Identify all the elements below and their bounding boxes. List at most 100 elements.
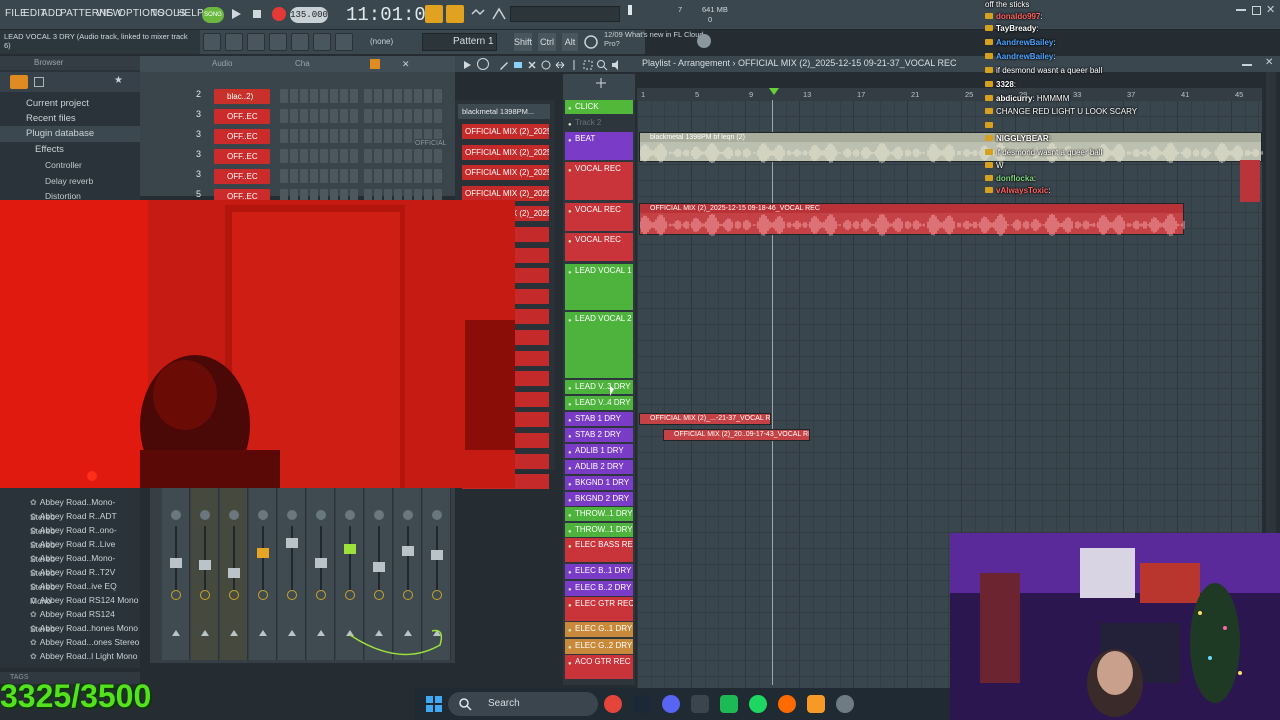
mute-icon[interactable] — [540, 58, 552, 70]
track-header[interactable]: ELEC G..2 DRY — [565, 639, 633, 654]
track-header[interactable]: LEAD V..3 DRY — [565, 380, 633, 394]
stop-icon[interactable] — [250, 7, 264, 21]
slice-icon[interactable] — [568, 58, 580, 70]
step-button[interactable] — [394, 149, 402, 163]
step-button[interactable] — [330, 149, 338, 163]
send-knob[interactable] — [258, 590, 268, 600]
rack-close-icon[interactable]: ✕ — [402, 59, 410, 70]
plugin-item[interactable]: Abbey Road...ones Stereo — [30, 635, 140, 649]
track-header[interactable]: ELEC B..2 DRY — [565, 581, 633, 596]
step-button[interactable] — [330, 129, 338, 143]
track-header[interactable]: BKGND 2 DRY — [565, 492, 633, 506]
route-arrow-icon[interactable] — [317, 630, 325, 636]
step-button[interactable] — [280, 169, 288, 183]
track-header[interactable]: ADLIB 1 DRY — [565, 444, 633, 458]
select-icon[interactable] — [582, 58, 594, 70]
step-button[interactable] — [340, 89, 348, 103]
rack-filter[interactable]: Audio — [212, 59, 232, 68]
track-header[interactable]: VOCAL REC — [565, 233, 633, 261]
pan-knob[interactable] — [287, 510, 297, 520]
chat-username[interactable]: donflocka — [996, 174, 1034, 183]
step-button[interactable] — [290, 129, 298, 143]
chat-username[interactable]: AandrewBailey — [996, 38, 1053, 47]
step-button[interactable] — [320, 129, 328, 143]
step-button[interactable] — [394, 169, 402, 183]
discord-icon[interactable] — [662, 695, 680, 713]
step-button[interactable] — [290, 109, 298, 123]
pencil-icon[interactable] — [498, 58, 510, 70]
plugin-item[interactable]: Abbey Road R..ADT Stereo — [30, 509, 140, 536]
step-button[interactable] — [374, 149, 382, 163]
maximize-icon[interactable] — [1252, 6, 1261, 15]
step-button[interactable] — [434, 109, 442, 123]
browser-effect-item[interactable]: Controller — [45, 160, 82, 170]
rack-graph-icon[interactable] — [370, 59, 380, 69]
microphone-icon[interactable] — [335, 33, 353, 51]
pan-knob[interactable] — [345, 510, 355, 520]
pan-knob[interactable] — [258, 510, 268, 520]
step-button[interactable] — [300, 109, 308, 123]
news-icon[interactable] — [582, 33, 600, 51]
chat-username[interactable]: 3328 — [996, 80, 1014, 89]
browser-current-project[interactable]: Current project — [0, 96, 140, 112]
delete-icon[interactable] — [526, 58, 538, 70]
volume-fader[interactable] — [315, 558, 327, 568]
metronome-icon[interactable] — [425, 5, 443, 23]
playlist-play-icon[interactable] — [461, 58, 473, 70]
app-icon[interactable] — [720, 695, 738, 713]
step-button[interactable] — [290, 89, 298, 103]
track-header[interactable]: THROW..1 DRY — [565, 523, 633, 537]
pan-knob[interactable] — [229, 510, 239, 520]
plugin-picker-icon[interactable] — [313, 33, 331, 51]
step-button[interactable] — [300, 149, 308, 163]
send-knob[interactable] — [171, 590, 181, 600]
volume-fader[interactable] — [373, 562, 385, 572]
browser-effects[interactable]: Effects — [0, 142, 140, 158]
step-button[interactable] — [350, 149, 358, 163]
fl-studio-icon[interactable] — [807, 695, 825, 713]
slip-icon[interactable] — [554, 58, 566, 70]
pattern-item[interactable]: OFFICIAL MIX (2)_2025-1.. — [462, 165, 549, 181]
step-button[interactable] — [404, 169, 412, 183]
step-button[interactable] — [424, 149, 432, 163]
song-mode-toggle[interactable]: SONG — [202, 7, 224, 23]
piano-roll-icon[interactable] — [225, 33, 243, 51]
record-icon[interactable] — [270, 5, 288, 23]
step-button[interactable] — [434, 169, 442, 183]
step-button[interactable] — [320, 169, 328, 183]
step-button[interactable] — [310, 129, 318, 143]
step-button[interactable] — [330, 169, 338, 183]
plugin-item[interactable]: Abbey Road R..Live Stereo — [30, 537, 140, 564]
pattern-item[interactable]: OFFICIAL MIX (2)_2025-1.. — [462, 124, 549, 139]
app-icon[interactable] — [691, 695, 709, 713]
track-header[interactable]: VOCAL REC — [565, 203, 633, 231]
snap-select[interactable]: (none) — [370, 37, 393, 46]
step-button[interactable] — [350, 129, 358, 143]
step-button[interactable] — [384, 89, 392, 103]
step-button[interactable] — [374, 129, 382, 143]
pattern-selector[interactable]: Pattern 1 — [422, 33, 497, 51]
step-button[interactable] — [310, 89, 318, 103]
play-icon[interactable] — [228, 6, 244, 22]
menu-help[interactable]: HELP — [177, 8, 204, 19]
mixer-strip[interactable] — [220, 488, 248, 660]
wait-icon[interactable] — [469, 5, 487, 23]
steam-icon[interactable] — [633, 695, 651, 713]
step-button[interactable] — [364, 169, 372, 183]
step-button[interactable] — [340, 149, 348, 163]
step-button[interactable] — [290, 169, 298, 183]
track-header[interactable]: BEAT — [565, 132, 633, 160]
step-button[interactable] — [424, 89, 432, 103]
browser-icon[interactable] — [291, 33, 309, 51]
plugin-item[interactable]: Abbey Road..hones Mono — [30, 621, 138, 635]
send-knob[interactable] — [229, 590, 239, 600]
step-button[interactable] — [340, 169, 348, 183]
shift-key[interactable]: Shift — [514, 33, 532, 51]
step-button[interactable] — [374, 89, 382, 103]
plugin-item[interactable]: Abbey Road..Mono-Stereo — [30, 495, 140, 522]
send-knob[interactable] — [287, 590, 297, 600]
track-header[interactable]: LEAD VOCAL 2 DRY — [565, 312, 633, 378]
step-button[interactable] — [310, 169, 318, 183]
step-button[interactable] — [374, 109, 382, 123]
minimize-icon[interactable] — [1236, 9, 1246, 11]
